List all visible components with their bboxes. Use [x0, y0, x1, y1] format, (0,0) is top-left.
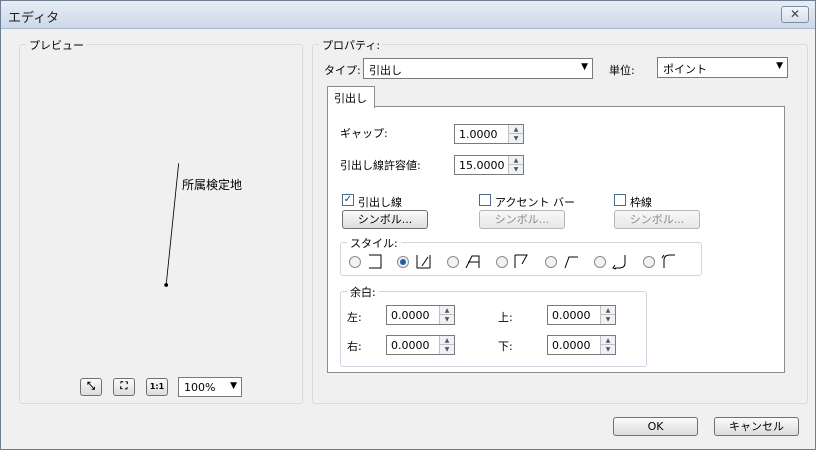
leader-symbol-button-label: シンボル... [357, 213, 413, 226]
style-radio-1[interactable] [397, 256, 409, 268]
leader-line-checkbox[interactable]: ✓ [342, 194, 354, 206]
margin-bottom-value: 0.0000 [552, 339, 591, 352]
fit-button[interactable]: ⛶ [113, 378, 135, 396]
spinner-down-icon[interactable]: ▼ [509, 134, 523, 143]
window-title: エディタ [8, 11, 60, 26]
tab-panel: ギャップ: 1.0000 ▲ ▼ 引出し線許容値: 15.0000 ▲ ▼ ✓ … [327, 106, 785, 373]
gap-spinner[interactable]: 1.0000 ▲ ▼ [454, 124, 524, 144]
margin-bottom-label: 下: [498, 340, 513, 353]
properties-group: プロパティ: タイプ: 引出し ▼ 単位: ポイント ▼ 引出し ギャップ: 1… [312, 37, 808, 404]
accent-bar-checkbox[interactable] [479, 194, 491, 206]
frame-symbol-button-label: シンボル... [629, 213, 685, 226]
gap-label: ギャップ: [340, 127, 388, 140]
margin-bottom-spinner[interactable]: 0.0000 ▲ ▼ [547, 335, 616, 355]
spinner-up-icon[interactable]: ▲ [601, 336, 615, 345]
actual-size-icon: 1:1 [149, 382, 165, 391]
style-radio-2[interactable] [447, 256, 459, 268]
cancel-button[interactable]: キャンセル [714, 417, 799, 436]
style-bracket-right-icon [465, 255, 480, 269]
margin-legend: 余白: [347, 284, 379, 300]
unit-value: ポイント [663, 63, 707, 76]
margin-top-value: 0.0000 [552, 309, 591, 322]
margin-left-value: 0.0000 [391, 309, 430, 322]
close-icon: ✕ [789, 7, 801, 21]
zoom-in-button[interactable]: ⤡ [80, 378, 102, 396]
frame-checkbox[interactable] [614, 194, 626, 206]
margin-top-spinner[interactable]: 0.0000 ▲ ▼ [547, 305, 616, 325]
zoom-select[interactable]: 100% ▼ [178, 377, 242, 397]
style-legend: スタイル: [347, 235, 401, 251]
tab-leader[interactable]: 引出し [327, 86, 375, 108]
margin-left-label: 左: [347, 311, 362, 324]
style-box-icon [369, 254, 382, 269]
tolerance-value: 15.0000 [459, 159, 505, 172]
ok-button-label: OK [647, 420, 664, 433]
leader-line-label: 引出し線 [358, 196, 402, 209]
gap-value: 1.0000 [459, 128, 498, 141]
leader-symbol-button[interactable]: シンボル... [342, 210, 428, 229]
chevron-down-icon: ▼ [230, 381, 237, 391]
style-group: スタイル: [340, 235, 702, 276]
spinner-down-icon[interactable]: ▼ [440, 315, 454, 324]
margin-right-value: 0.0000 [391, 339, 430, 352]
style-radio-0[interactable] [349, 256, 361, 268]
style-curve-up-icon [661, 254, 675, 268]
cancel-button-label: キャンセル [729, 420, 784, 433]
spinner-down-icon[interactable]: ▼ [440, 345, 454, 354]
preview-group: プレビュー 所属検定地 ⤡ ⛶ 1:1 100% ▼ [19, 37, 303, 404]
zoom-value: 100% [184, 381, 216, 394]
type-value: 引出し [369, 64, 402, 77]
spinner-up-icon[interactable]: ▲ [509, 156, 523, 165]
type-select[interactable]: 引出し ▼ [363, 58, 593, 79]
style-radio-5[interactable] [594, 256, 606, 268]
spinner-down-icon[interactable]: ▼ [509, 165, 523, 174]
chevron-down-icon: ▼ [581, 62, 588, 72]
chevron-down-icon: ▼ [776, 61, 783, 71]
style-bend-icon [564, 256, 578, 269]
margin-right-label: 右: [347, 340, 362, 353]
properties-legend: プロパティ: [319, 37, 384, 53]
tab-leader-label: 引出し [334, 92, 367, 105]
editor-dialog: エディタ ✕ プレビュー 所属検定地 ⤡ ⛶ 1:1 100% ▼ プロパティ:… [0, 0, 816, 450]
ok-button[interactable]: OK [613, 417, 698, 436]
preview-canvas [164, 163, 180, 287]
spinner-up-icon[interactable]: ▲ [509, 125, 523, 134]
style-hook-icon [514, 254, 528, 268]
title-bar: エディタ ✕ [1, 1, 815, 29]
margin-left-spinner[interactable]: 0.0000 ▲ ▼ [386, 305, 455, 325]
actual-size-button[interactable]: 1:1 [146, 378, 168, 396]
leader-line [165, 163, 180, 286]
unit-label: 単位: [609, 64, 635, 77]
zoom-in-icon: ⤡ [87, 381, 95, 392]
spinner-up-icon[interactable]: ▲ [601, 306, 615, 315]
accent-symbol-button-label: シンボル... [494, 213, 550, 226]
style-slash-right-icon [416, 255, 431, 269]
unit-select[interactable]: ポイント ▼ [657, 57, 788, 78]
type-label: タイプ: [324, 64, 361, 77]
margin-group: 余白: 左: 0.0000 ▲ ▼ 上: 0.0000 ▲ ▼ 右: 0.000… [340, 284, 647, 367]
frame-symbol-button[interactable]: シンボル... [614, 210, 700, 229]
style-radio-3[interactable] [496, 256, 508, 268]
style-radio-4[interactable] [545, 256, 557, 268]
tolerance-label: 引出し線許容値: [340, 159, 421, 172]
spinner-down-icon[interactable]: ▼ [601, 315, 615, 324]
margin-right-spinner[interactable]: 0.0000 ▲ ▼ [386, 335, 455, 355]
preview-label-text: 所属検定地 [182, 178, 243, 192]
accent-symbol-button[interactable]: シンボル... [479, 210, 565, 229]
tolerance-spinner[interactable]: 15.0000 ▲ ▼ [454, 155, 524, 175]
close-button[interactable]: ✕ [781, 6, 809, 23]
margin-top-label: 上: [498, 311, 513, 324]
fit-icon: ⛶ [120, 381, 128, 392]
style-curve-down-icon [612, 255, 626, 270]
frame-label: 枠線 [630, 196, 652, 209]
leader-anchor-point [164, 283, 169, 287]
accent-bar-label: アクセント バー [495, 196, 575, 209]
style-radio-6[interactable] [643, 256, 655, 268]
spinner-down-icon[interactable]: ▼ [601, 345, 615, 354]
spinner-up-icon[interactable]: ▲ [440, 306, 454, 315]
spinner-up-icon[interactable]: ▲ [440, 336, 454, 345]
